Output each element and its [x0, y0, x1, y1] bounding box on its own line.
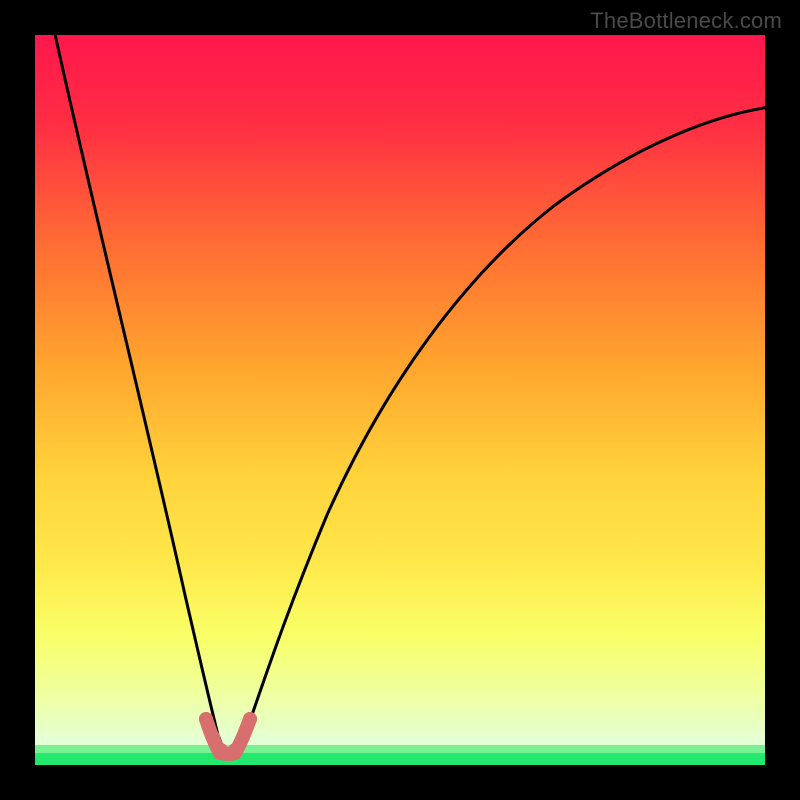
green-baseline-band — [35, 753, 765, 765]
chart-svg — [35, 35, 765, 765]
chart-frame: TheBottleneck.com — [0, 0, 800, 800]
salmon-dot — [206, 730, 220, 744]
watermark-text: TheBottleneck.com — [590, 8, 782, 34]
plot-area — [35, 35, 765, 765]
salmon-dot — [228, 743, 242, 757]
salmon-dot — [199, 712, 213, 726]
salmon-dot — [236, 730, 250, 744]
salmon-dot — [243, 712, 257, 726]
salmon-dot — [214, 743, 228, 757]
green-baseline-fade — [35, 745, 765, 753]
